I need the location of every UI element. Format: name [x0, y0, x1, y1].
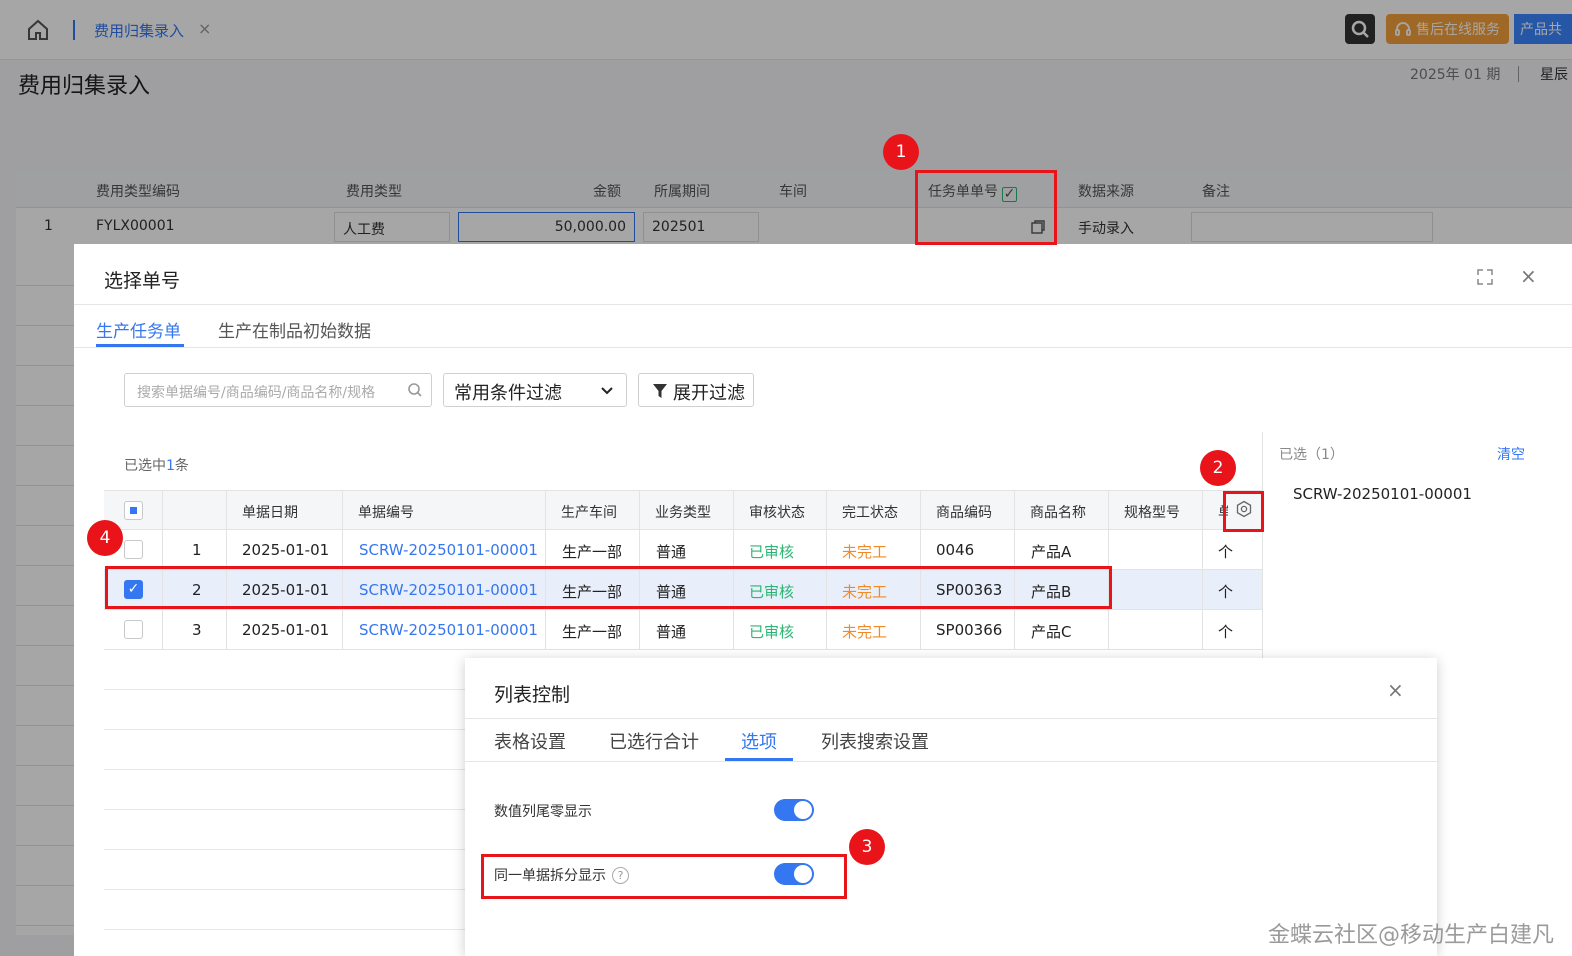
tab-table-settings[interactable]: 表格设置 — [494, 728, 566, 754]
annotation-box-gear — [1223, 491, 1264, 532]
tab-selected-total[interactable]: 已选行合计 — [609, 728, 699, 754]
selected-item[interactable]: SCRW-20250101-00001 — [1293, 485, 1472, 503]
list-control-popup: 列表控制 × 表格设置 已选行合计 选项 列表搜索设置 数值列尾零显示 同一单据… — [465, 658, 1437, 956]
bill-list-header: 单据日期 单据编号 生产车间 业务类型 审核状态 完工状态 商品编码 商品名称 … — [104, 490, 1262, 530]
row-biz: 普通 — [656, 623, 687, 641]
row-finish: 未完工 — [842, 623, 888, 641]
row-code: SP00366 — [936, 621, 1003, 639]
annotation-box-row-2 — [105, 566, 1112, 609]
common-filter-select[interactable]: 常用条件过滤 — [443, 373, 627, 407]
row-name: 产品A — [1031, 543, 1072, 561]
row-checkbox-3[interactable] — [124, 620, 143, 639]
row-bill-link[interactable]: SCRW-20250101-00001 — [359, 541, 538, 559]
row-audit: 已审核 — [749, 543, 795, 561]
bill-row-1[interactable]: 1 2025-01-01 SCRW-20250101-00001 生产一部 普通… — [104, 530, 1262, 570]
popup-divider — [465, 718, 1437, 719]
tab-divider — [74, 347, 1572, 348]
option-trailing-zero-label: 数值列尾零显示 — [494, 804, 592, 820]
row-finish: 未完工 — [842, 543, 888, 561]
col-spec[interactable]: 规格型号 — [1124, 502, 1180, 522]
expand-filter-label: 展开过滤 — [673, 383, 745, 404]
row-no: 3 — [192, 621, 202, 639]
row-date: 2025-01-01 — [242, 541, 330, 559]
chevron-down-icon — [601, 387, 613, 395]
dialog-divider — [74, 304, 1572, 305]
dialog-close-icon[interactable]: × — [1520, 264, 1537, 288]
col-bill-no[interactable]: 单据编号 — [358, 502, 414, 522]
watermark: 金蝶云社区@移动生产白建凡 — [1268, 923, 1555, 948]
col-bill-date[interactable]: 单据日期 — [242, 502, 298, 522]
popup-close-icon[interactable]: × — [1387, 678, 1404, 702]
row-biz: 普通 — [656, 543, 687, 561]
tab-options[interactable]: 选项 — [741, 728, 777, 754]
bill-row-3[interactable]: 3 2025-01-01 SCRW-20250101-00001 生产一部 普通… — [104, 610, 1262, 650]
col-finish-status[interactable]: 完工状态 — [842, 502, 898, 522]
annotation-badge-3: 3 — [849, 829, 885, 865]
row-unit: 个 — [1218, 583, 1234, 601]
col-line — [1202, 490, 1203, 650]
filter-icon — [653, 384, 667, 398]
maximize-icon[interactable] — [1476, 268, 1494, 286]
select-all-checkbox[interactable] — [124, 501, 143, 520]
annotation-badge-4: 4 — [87, 520, 123, 556]
search-icon[interactable] — [407, 382, 423, 398]
row-date: 2025-01-01 — [242, 621, 330, 639]
row-audit: 已审核 — [749, 623, 795, 641]
tab-list-search-settings[interactable]: 列表搜索设置 — [821, 728, 929, 754]
col-audit-status[interactable]: 审核状态 — [749, 502, 805, 522]
row-checkbox-1[interactable] — [124, 540, 143, 559]
annotation-badge-1: 1 — [883, 134, 919, 170]
selected-prefix: 已选中 — [124, 458, 166, 474]
expand-filter-button[interactable]: 展开过滤 — [638, 373, 754, 407]
popup-tab-divider — [465, 761, 1437, 762]
row-bill-link[interactable]: SCRW-20250101-00001 — [359, 621, 538, 639]
row-name: 产品C — [1031, 623, 1072, 641]
col-workshop[interactable]: 生产车间 — [561, 502, 617, 522]
annotation-badge-2: 2 — [1200, 450, 1236, 486]
search-placeholder: 搜索单据编号/商品编码/商品名称/规格 — [137, 385, 376, 401]
bill-search-input[interactable]: 搜索单据编号/商品编码/商品名称/规格 — [124, 373, 432, 407]
trailing-zero-toggle[interactable] — [774, 799, 814, 821]
annotation-box-split-option — [481, 854, 847, 899]
annotation-box-task-no — [915, 170, 1057, 245]
tab-wip-initial-data[interactable]: 生产在制品初始数据 — [218, 317, 371, 342]
row-unit: 个 — [1218, 623, 1234, 641]
row-workshop: 生产一部 — [562, 543, 623, 561]
dialog-title: 选择单号 — [104, 270, 181, 292]
col-product-code[interactable]: 商品编码 — [936, 502, 992, 522]
row-code: 0046 — [936, 541, 975, 559]
row-unit: 个 — [1218, 543, 1234, 561]
row-no: 1 — [192, 541, 202, 559]
selected-suffix: 条 — [174, 458, 189, 474]
clear-selected-link[interactable]: 清空 — [1497, 444, 1525, 464]
row-workshop: 生产一部 — [562, 623, 623, 641]
col-product-name[interactable]: 商品名称 — [1030, 502, 1086, 522]
col-biz-type[interactable]: 业务类型 — [655, 502, 711, 522]
common-filter-value: 常用条件过滤 — [454, 383, 562, 404]
selected-panel-title: 已选（1） — [1279, 447, 1344, 463]
tab-production-task[interactable]: 生产任务单 — [96, 317, 181, 342]
popup-title: 列表控制 — [494, 684, 571, 706]
selected-count: 已选中1条 — [124, 455, 189, 475]
selected-number: 1 — [166, 458, 175, 474]
